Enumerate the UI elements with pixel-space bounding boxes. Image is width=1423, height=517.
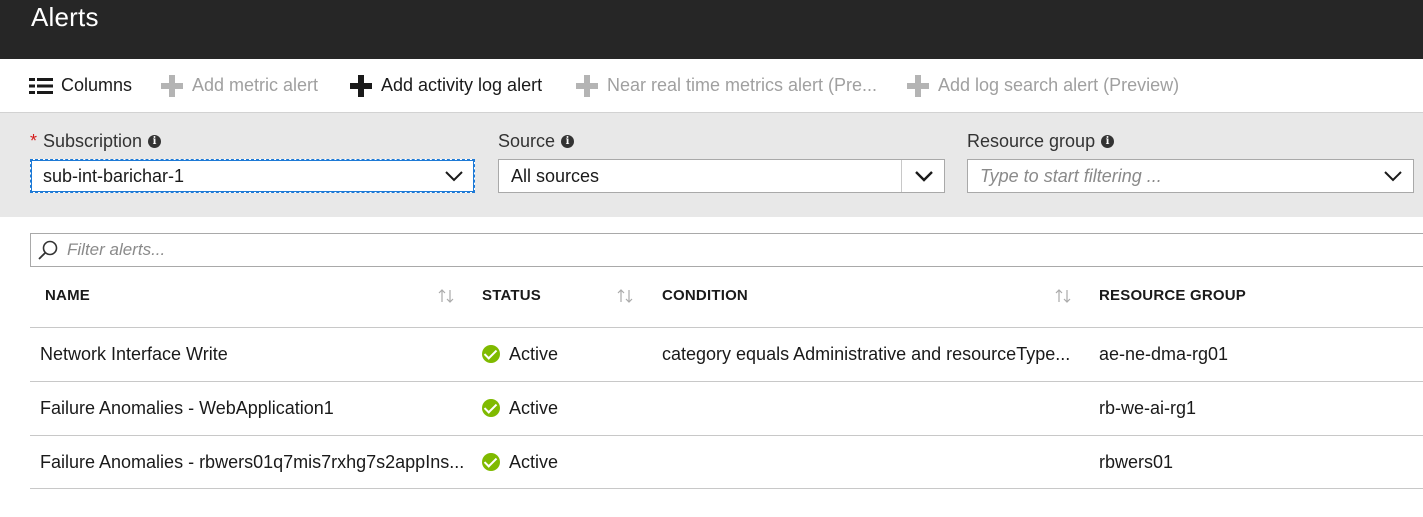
- status-text: Active: [509, 398, 559, 418]
- column-header-resource-group[interactable]: RESOURCE GROUP: [1099, 287, 1246, 309]
- source-dropdown[interactable]: All sources: [498, 159, 945, 193]
- alert-condition: category equals Administrative and resou…: [662, 344, 1071, 364]
- info-icon[interactable]: i: [561, 135, 575, 148]
- subscription-label-group: * Subscription i: [30, 131, 162, 152]
- check-circle-icon: [482, 345, 500, 363]
- alert-status: Active: [482, 452, 558, 473]
- alert-resource-group: rb-we-ai-rg1: [1099, 398, 1197, 418]
- table-row[interactable]: Network Interface Write Active category …: [30, 327, 1423, 381]
- info-icon[interactable]: i: [1101, 135, 1115, 148]
- add-log-search-alert-button[interactable]: Add log search alert (Preview): [906, 59, 1179, 112]
- sort-icon[interactable]: [616, 288, 634, 304]
- column-header-name[interactable]: NAME: [45, 287, 90, 309]
- columns-label: Columns: [61, 75, 133, 95]
- plus-icon: [349, 74, 373, 98]
- resource-group-dropdown[interactable]: Type to start filtering ...: [967, 159, 1414, 193]
- status-text: Active: [509, 344, 559, 364]
- add-metric-alert-button[interactable]: Add metric alert: [160, 59, 318, 112]
- command-bar: Columns Add metric alert Add activity lo…: [0, 59, 1423, 112]
- check-circle-icon: [482, 453, 500, 471]
- near-real-time-metrics-alert-button[interactable]: Near real time metrics alert (Pre...: [575, 59, 877, 112]
- alert-status: Active: [482, 398, 558, 419]
- sort-icon[interactable]: [1054, 288, 1072, 304]
- filter-panel: * Subscription i sub-int-barichar-1 Sour…: [0, 112, 1423, 217]
- columns-icon: [29, 77, 53, 94]
- alert-resource-group: rbwers01: [1099, 452, 1174, 472]
- source-label: Source: [498, 131, 556, 151]
- info-icon[interactable]: i: [148, 135, 162, 148]
- search-input[interactable]: [67, 240, 1267, 260]
- check-circle-icon: [482, 399, 500, 417]
- subscription-label: Subscription: [43, 131, 143, 151]
- plus-icon: [575, 74, 599, 98]
- alert-name: Network Interface Write: [40, 344, 228, 364]
- columns-button[interactable]: Columns: [29, 59, 132, 112]
- table-row[interactable]: Failure Anomalies - rbwers01q7mis7rxhg7s…: [30, 435, 1423, 489]
- column-header-condition[interactable]: CONDITION: [662, 287, 748, 309]
- column-header-status[interactable]: STATUS: [482, 287, 541, 309]
- add-activity-log-alert-label: Add activity log alert: [381, 75, 543, 95]
- status-text: Active: [509, 452, 559, 472]
- table-row[interactable]: Failure Anomalies - WebApplication1 Acti…: [30, 381, 1423, 435]
- chevron-down-icon: [1384, 171, 1402, 182]
- dropdown-divider: [901, 160, 902, 192]
- near-real-time-label: Near real time metrics alert (Pre...: [607, 75, 878, 95]
- add-log-search-label: Add log search alert (Preview): [938, 75, 1180, 95]
- resource-group-placeholder: Type to start filtering ...: [980, 165, 1162, 186]
- required-marker: *: [30, 131, 38, 151]
- blade-header: Alerts: [0, 0, 1423, 59]
- resource-group-label-group: Resource group i: [967, 131, 1115, 152]
- filter-alerts-search: [30, 233, 1423, 267]
- source-label-group: Source i: [498, 131, 575, 152]
- sort-icon[interactable]: [437, 288, 455, 304]
- source-value: All sources: [511, 165, 600, 186]
- search-icon: [38, 240, 58, 260]
- plus-icon: [160, 74, 184, 98]
- subscription-dropdown[interactable]: sub-int-barichar-1: [30, 159, 475, 193]
- chevron-down-icon: [445, 171, 463, 182]
- chevron-down-icon: [915, 171, 933, 182]
- page-title: Alerts: [31, 2, 99, 32]
- alert-status: Active: [482, 344, 558, 365]
- alert-resource-group: ae-ne-dma-rg01: [1099, 344, 1229, 364]
- alert-name: Failure Anomalies - WebApplication1: [40, 398, 334, 418]
- alert-name: Failure Anomalies - rbwers01q7mis7rxhg7s…: [40, 452, 465, 472]
- subscription-value: sub-int-barichar-1: [43, 165, 185, 186]
- resource-group-label: Resource group: [967, 131, 1096, 151]
- add-metric-alert-label: Add metric alert: [192, 75, 319, 95]
- plus-icon: [906, 74, 930, 98]
- add-activity-log-alert-button[interactable]: Add activity log alert: [349, 59, 542, 112]
